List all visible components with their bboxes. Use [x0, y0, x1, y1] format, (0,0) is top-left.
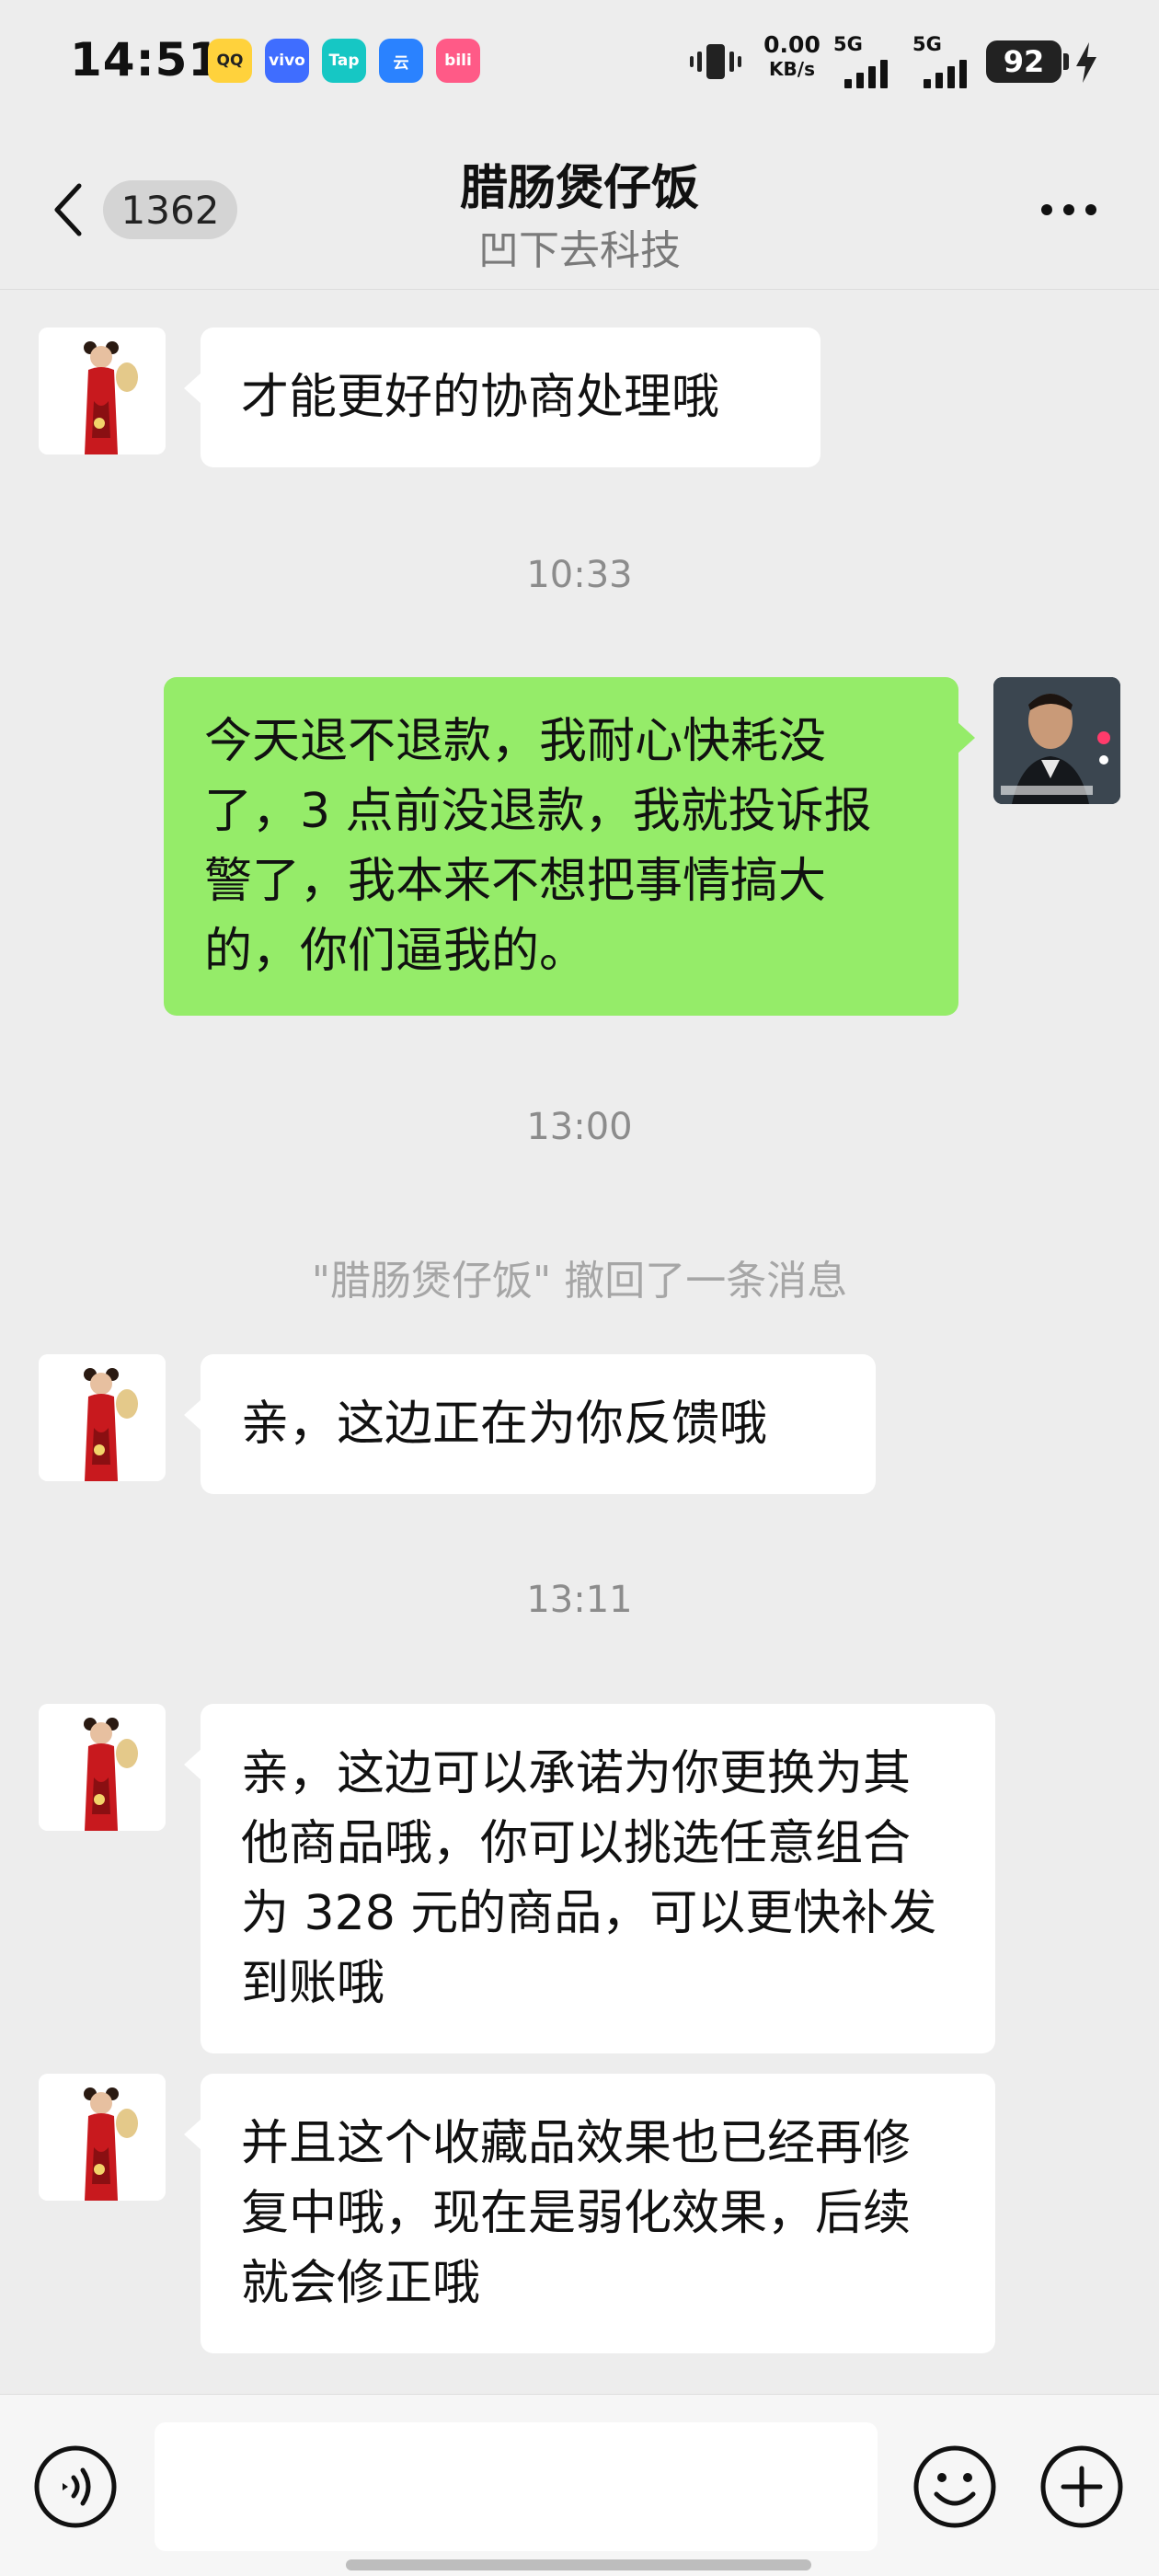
self-avatar[interactable]	[993, 677, 1120, 804]
notification-icons: QQ vivo Tap 云 bili	[208, 39, 480, 83]
more-options-icon[interactable]	[1039, 202, 1098, 217]
chat-subtitle: 凹下去科技	[478, 227, 681, 274]
contact-avatar[interactable]	[39, 2074, 166, 2201]
status-bar: 14:51 QQ vivo Tap 云 bili 0.00 KB/s 5G 5G…	[0, 0, 1159, 129]
contact-avatar[interactable]	[39, 1704, 166, 1831]
chat-title: 腊肠煲仔饭	[459, 161, 699, 216]
net-speed-unit: KB/s	[769, 58, 815, 80]
signal-icon-2: 5G	[912, 33, 977, 88]
net-speed: 0.00 KB/s	[760, 33, 824, 81]
signal-label: 5G	[912, 33, 942, 55]
timestamp-separator: 13:00	[526, 1106, 633, 1148]
message-bubble-incoming[interactable]: 亲，这边可以承诺为你更换为其他商品哦，你可以挑选任意组合为 328 元的商品，可…	[184, 1704, 995, 2053]
contact-avatar[interactable]	[39, 328, 166, 454]
qq-icon: QQ	[208, 39, 252, 83]
status-time: 14:51	[70, 33, 222, 86]
taptap-icon: Tap	[322, 39, 366, 83]
bilibili-icon: bili	[436, 39, 480, 83]
emoji-icon[interactable]	[911, 2443, 999, 2531]
message-bubble-incoming[interactable]: 并且这个收藏品效果也已经再修复中哦，现在是弱化效果，后续就会修正哦	[184, 2074, 995, 2353]
message-input[interactable]	[155, 2422, 878, 2551]
message-bubble-incoming[interactable]: 才能更好的协商处理哦	[184, 328, 820, 467]
recall-notice: "腊肠煲仔饭" 撤回了一条消息	[311, 1258, 848, 1305]
signal-label: 5G	[833, 33, 863, 55]
message-bubble-outgoing[interactable]: 今天退不退款，我耐心快耗没了，3 点前没退款，我就投诉报警了，我本来不想把事情搞…	[164, 677, 975, 1016]
baidu-icon: 云	[379, 39, 423, 83]
input-bar	[0, 2394, 1159, 2576]
more-functions-icon[interactable]	[1038, 2443, 1126, 2531]
timestamp-separator: 13:11	[526, 1579, 633, 1621]
battery-tip	[1063, 53, 1069, 70]
timestamp-separator: 10:33	[526, 554, 633, 596]
vibrate-icon	[690, 44, 741, 79]
net-speed-value: 0.00	[763, 31, 820, 58]
home-indicator[interactable]	[346, 2559, 811, 2570]
message-bubble-incoming[interactable]: 亲，这边正在为你反馈哦	[184, 1354, 876, 1494]
charging-icon	[1076, 42, 1096, 83]
vivo-icon: vivo	[265, 39, 309, 83]
signal-icon-1: 5G	[833, 33, 898, 88]
contact-avatar[interactable]	[39, 1354, 166, 1481]
chat-header: 1362 腊肠煲仔饭 凹下去科技	[0, 129, 1159, 290]
chat-screen: 14:51 QQ vivo Tap 云 bili 0.00 KB/s 5G 5G…	[0, 0, 1159, 2576]
battery-icon: 92	[986, 40, 1061, 83]
voice-input-icon[interactable]	[31, 2443, 120, 2531]
